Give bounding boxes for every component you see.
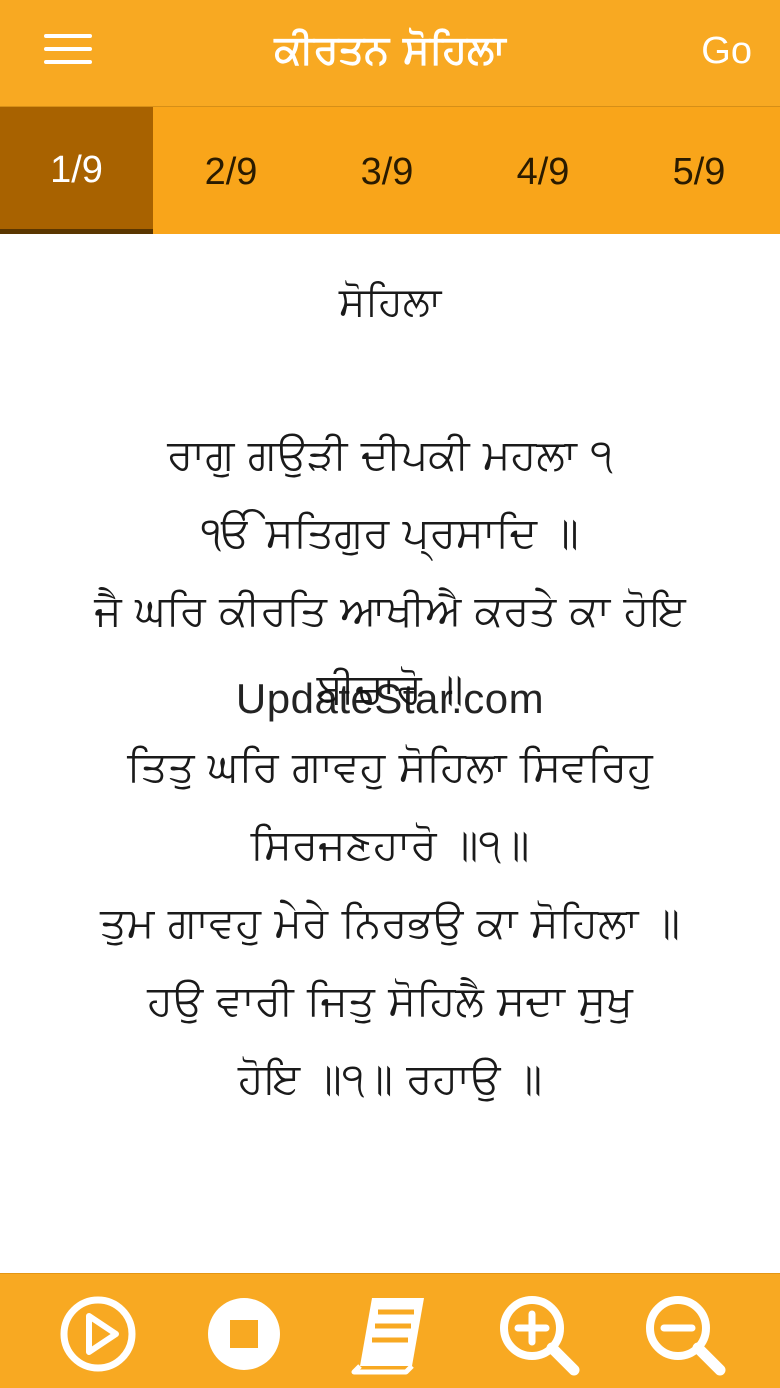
verse-line: ਤਿਤੁ ਘਰਿ ਗਾਵਹੁ ਸੋਹਿਲਾ ਸਿਵਰਿਹੁ: [127, 742, 653, 791]
play-button[interactable]: [56, 1292, 140, 1376]
tab-page-1[interactable]: 1/9: [0, 107, 153, 234]
verse-line: ਹਉ ਵਾਰੀ ਜਿਤੁ ਸੋਹਿਲੈ ਸਦਾ ਸੁਖੁ: [147, 976, 633, 1025]
zoom-in-icon: [500, 1296, 580, 1376]
verse-line: ਰਾਗੁ ਗਉੜੀ ਦੀਪਕੀ ਮਹਲਾ ੧: [167, 430, 613, 479]
tab-page-3[interactable]: 3/9: [309, 107, 465, 234]
section-heading: ਸੋਹਿਲਾ: [338, 279, 442, 325]
play-icon: [60, 1296, 136, 1372]
verse-line: ਹੋਇ ॥੧॥ ਰਹਾਉ ॥: [237, 1054, 543, 1103]
verse-line: ਜੈ ਘਰਿ ਕੀਰਤਿ ਆਖੀਐ ਕਰਤੇ ਕਾ ਹੋਇ: [94, 586, 686, 635]
bottom-toolbar: [0, 1273, 780, 1388]
verse-line: ਤੁਮ ਗਾਵਹੁ ਮੇਰੇ ਨਿਰਭਉ ਕਾ ਸੋਹਿਲਾ ॥: [99, 898, 681, 947]
verse-line: ਸਿਰਜਣਹਾਰੋ ॥੧॥: [250, 820, 530, 869]
go-button[interactable]: Go: [701, 28, 752, 74]
page-title: ਕੀਰਤਨ ਸੋਹਿਲਾ: [274, 27, 506, 73]
book-icon: [351, 1298, 424, 1375]
tab-page-4[interactable]: 4/9: [465, 107, 621, 234]
watermark-text: UpdateStar.com: [235, 675, 545, 722]
tab-page-2[interactable]: 2/9: [153, 107, 309, 234]
hamburger-menu-icon[interactable]: [44, 34, 92, 66]
app-header: ਕੀਰਤਨ ਸੋਹਿਲਾ Go: [0, 0, 780, 107]
page-tabs: 1/9 2/9 3/9 4/9 5/9: [0, 107, 780, 234]
verse-block: ਰਾਗੁ ਗਉੜੀ ਦੀਪਕੀ ਮਹਲਾ ੧ ੴ ਸਤਿਗੁਰ ਪ੍ਰਸਾਦਿ …: [30, 416, 750, 1118]
zoom-out-icon: [646, 1296, 726, 1376]
verse-line: ੴ ਸਤਿਗੁਰ ਪ੍ਰਸਾਦਿ ॥: [201, 508, 579, 557]
stop-button[interactable]: [202, 1292, 286, 1376]
zoom-in-button[interactable]: [496, 1292, 580, 1376]
book-button[interactable]: [348, 1292, 432, 1376]
stop-icon: [208, 1298, 280, 1370]
scripture-content[interactable]: ਸੋਹਿਲਾ ਰਾਗੁ ਗਉੜੀ ਦੀਪਕੀ ਮਹਲਾ ੧ ੴ ਸਤਿਗੁਰ ਪ…: [0, 234, 780, 1272]
tab-page-5[interactable]: 5/9: [621, 107, 777, 234]
zoom-out-button[interactable]: [642, 1292, 726, 1376]
